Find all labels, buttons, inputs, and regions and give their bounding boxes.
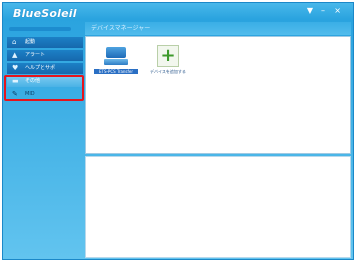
page-title: デバイスマネージャー [85,22,351,35]
minimize-button[interactable]: – [321,6,325,16]
sidebar-item-help[interactable]: ♥ ヘルプとサポ [7,63,83,74]
main-panel: デバイスマネージャー ETS-PCS Transfer + デバイスを追加する [85,22,351,258]
highlight-box [4,75,84,101]
sidebar-item-alert[interactable]: ▲ アラート [7,50,83,61]
sidebar-item-label: ヘルプとサポ [25,65,56,71]
options-icon[interactable]: ▼ [307,6,313,16]
add-device-button[interactable]: + デバイスを追加する [146,45,190,75]
close-button[interactable]: × [334,6,341,16]
sidebar-item-label: アラート [25,52,46,58]
device-item-transfer[interactable]: ETS-PCS Transfer [94,45,138,74]
sidebar-item-start[interactable]: ⌂ 起動 [7,37,83,48]
add-icon: + [157,45,179,67]
app-window: BlueSoleil ▼ – × ⌂ 起動 ▲ アラート ♥ ヘルプとサポ ▬ … [2,2,354,260]
logo-underline [9,27,71,31]
computer-icon [103,45,129,67]
details-panel [85,156,351,258]
triangle-up-icon: ▲ [12,51,18,59]
device-label: デバイスを追加する [150,69,186,74]
heart-icon: ♥ [12,64,19,72]
home-icon: ⌂ [12,38,17,46]
app-logo: BlueSoleil [13,7,77,20]
sidebar-item-label: 起動 [25,39,36,45]
device-label: ETS-PCS Transfer [94,69,138,74]
device-list: ETS-PCS Transfer + デバイスを追加する [85,36,351,154]
